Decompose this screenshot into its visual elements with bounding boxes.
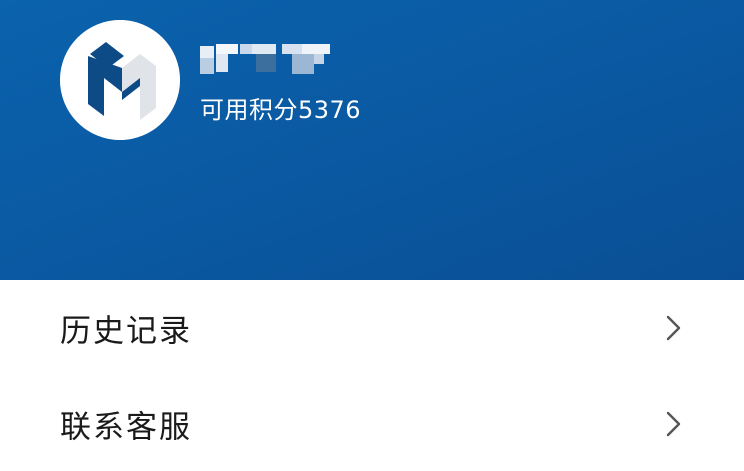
menu-item-customer-service[interactable]: 联系客服 [0, 376, 744, 471]
chevron-right-icon [664, 409, 684, 439]
profile-page: 可用积分5376 历史记录 联系客服 [0, 0, 744, 471]
avatar[interactable] [60, 20, 180, 140]
available-points: 可用积分5376 [200, 96, 362, 124]
chevron-right-icon [664, 313, 684, 343]
username-pixelated [200, 40, 335, 80]
menu-item-history[interactable]: 历史记录 [0, 280, 744, 376]
menu-item-label: 历史记录 [60, 313, 192, 350]
menu-item-label: 联系客服 [60, 409, 192, 446]
logo-icon [60, 20, 180, 140]
menu-list: 历史记录 联系客服 [0, 280, 744, 471]
profile-header: 可用积分5376 [0, 0, 744, 280]
